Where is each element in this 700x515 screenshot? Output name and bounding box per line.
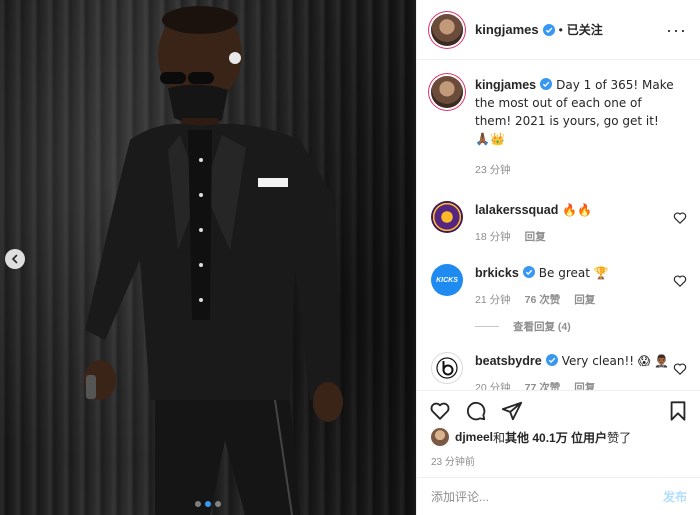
reply-button[interactable]: 回复 (574, 380, 595, 390)
brkicks-logo-text: KICKS (436, 276, 458, 284)
post-comment-button[interactable]: 发布 (663, 488, 687, 505)
liker-avatar[interactable] (431, 428, 449, 446)
heart-icon[interactable] (673, 362, 687, 376)
add-comment-bar: 发布 (417, 477, 700, 515)
replies-divider (475, 326, 499, 327)
comment-username[interactable]: beatsbydre (475, 354, 542, 368)
view-replies-label: 查看回复 (4) (513, 321, 571, 333)
comment-item: KICKS brkicks Be great 🏆 21 分钟 76 次赞 回复 (431, 264, 687, 307)
action-bar (417, 390, 700, 430)
heart-icon[interactable] (673, 211, 687, 225)
caption-time: 23 分钟 (475, 164, 511, 176)
verified-badge-icon (542, 23, 555, 36)
author-avatar[interactable] (431, 13, 463, 46)
reply-button[interactable]: 回复 (574, 292, 595, 307)
comment-item: lalakerssquad 🔥🔥 18 分钟 回复 (431, 201, 687, 244)
verified-badge-icon (540, 78, 553, 90)
reply-button[interactable]: 回复 (525, 229, 546, 244)
likes-suffix: 赞了 (607, 430, 632, 445)
post-side-panel: kingjames • 已关注 ··· kingjames Day 1 of 36… (416, 0, 700, 515)
comments-list[interactable]: kingjames Day 1 of 365! Make the most out… (417, 60, 700, 390)
comment-time: 18 分钟 (475, 231, 511, 243)
carousel-dot (195, 501, 201, 507)
comment-text: Be great 🏆 (538, 266, 609, 280)
post-image[interactable] (0, 0, 416, 515)
person-in-black-suit (84, 6, 343, 515)
post-timestamp[interactable]: 23 分钟前 (431, 453, 475, 468)
bookmark-icon[interactable] (667, 400, 689, 422)
verified-badge-icon (545, 354, 558, 366)
separator-dot: • (558, 22, 563, 37)
verified-badge-icon (522, 266, 535, 278)
share-paper-plane-icon[interactable] (501, 400, 523, 422)
previous-image-button[interactable] (5, 249, 25, 269)
view-replies-button[interactable]: 查看回复 (4) (475, 319, 687, 334)
comment-username[interactable]: brkicks (475, 266, 519, 280)
following-button[interactable]: 已关注 (567, 21, 603, 38)
carousel-dot (215, 501, 221, 507)
likes-summary: djmeel 和 其他 40.1万 位用户 赞了 (431, 428, 631, 446)
chevron-left-icon (11, 254, 18, 264)
commenter-avatar[interactable]: KICKS (431, 264, 463, 296)
heart-icon[interactable] (673, 274, 687, 288)
comment-input[interactable] (431, 489, 663, 504)
commenter-avatar[interactable] (431, 352, 463, 384)
more-options-icon[interactable]: ··· (666, 21, 687, 39)
comment-likes[interactable]: 77 次赞 (525, 380, 561, 390)
comment-bubble-icon[interactable] (465, 400, 487, 422)
comment-text: 🔥🔥 (562, 203, 593, 217)
author-avatar[interactable] (431, 76, 463, 108)
comment-text: Very clean!! 😱 🤵🏾‍♂️ (561, 354, 670, 368)
comment-time: 20 分钟 (475, 382, 511, 390)
commenter-avatar[interactable] (431, 201, 463, 233)
comment-likes[interactable]: 76 次赞 (525, 292, 561, 307)
beats-logo-icon (436, 357, 458, 379)
instagram-post: kingjames • 已关注 ··· kingjames Day 1 of 36… (0, 0, 700, 515)
comment-item: beatsbydre Very clean!! 😱 🤵🏾‍♂️ 20 分钟 77 … (431, 352, 687, 390)
like-heart-icon[interactable] (429, 400, 451, 422)
carousel-dot-active (205, 501, 211, 507)
author-username[interactable]: kingjames (475, 22, 539, 37)
comment-username[interactable]: lalakerssquad (475, 203, 558, 217)
comment-time: 21 分钟 (475, 294, 511, 306)
carousel-indicator (0, 501, 416, 507)
caption-username[interactable]: kingjames (475, 78, 536, 92)
likes-and: 和 (493, 430, 506, 445)
liker-username[interactable]: djmeel (455, 430, 493, 444)
post-header: kingjames • 已关注 ··· (417, 0, 700, 60)
likes-others-link[interactable]: 其他 40.1万 位用户 (505, 429, 607, 446)
caption: kingjames Day 1 of 365! Make the most out… (431, 76, 687, 177)
